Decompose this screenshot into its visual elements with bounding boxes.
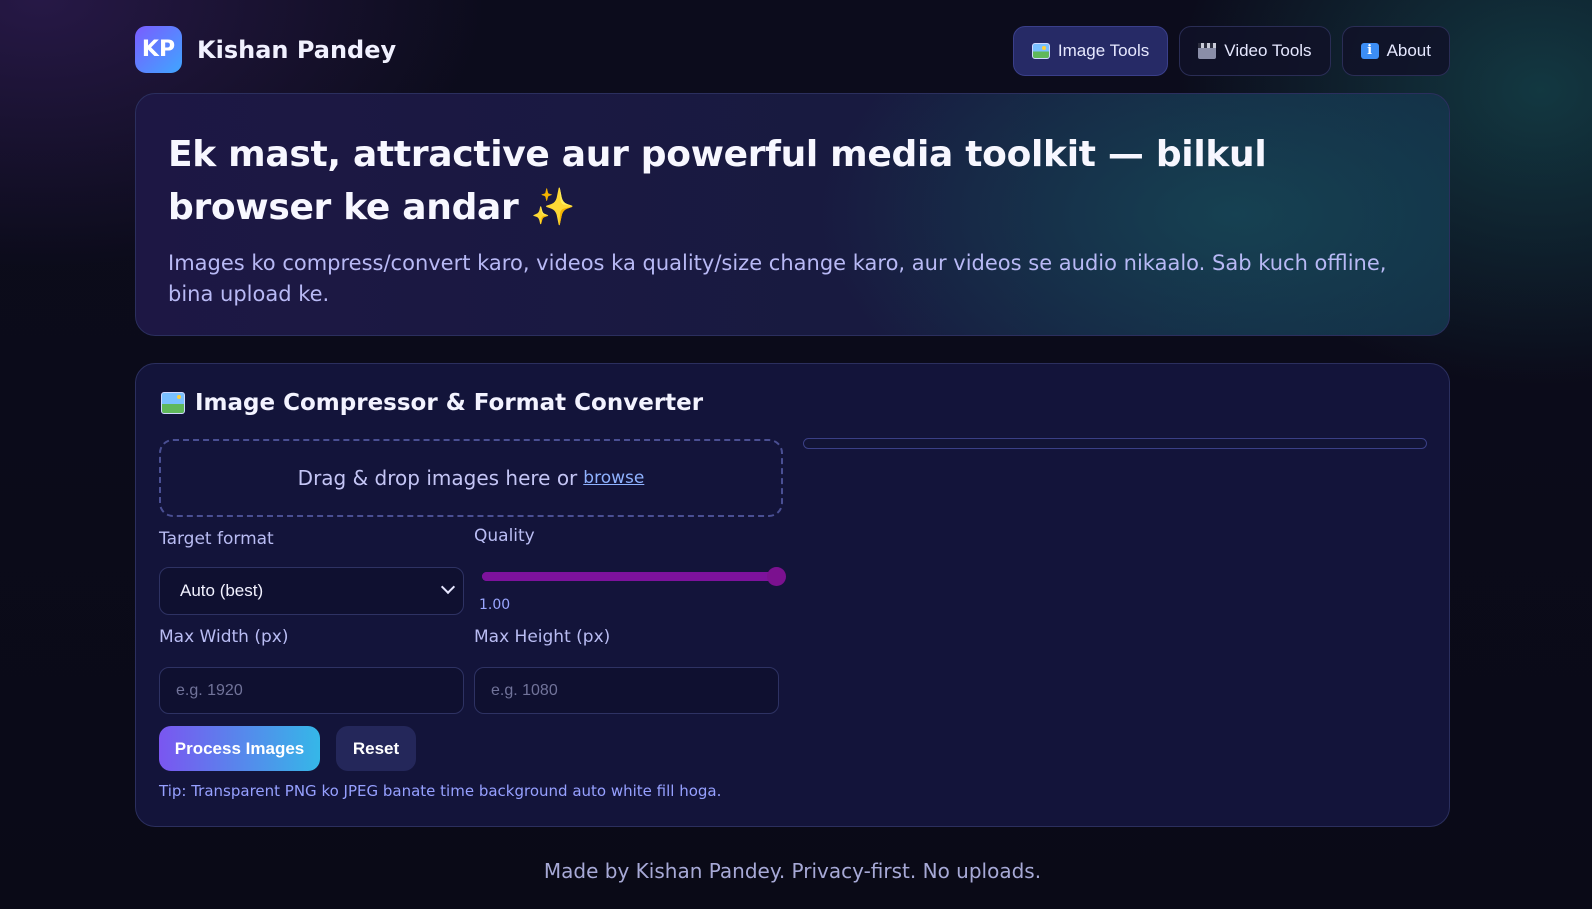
footer: Made by Kishan Pandey. Privacy-first. No… [543,859,1042,883]
logo: KP [135,26,182,73]
quality-value: 1.00 [479,597,511,613]
process-images-button[interactable]: Process Images [159,726,320,771]
chevron-down-icon [440,579,456,595]
quality-slider-fill [482,572,777,581]
format-label: Target format [159,529,274,549]
reset-button[interactable]: Reset [336,726,416,771]
nav: Image Tools Video Tools i About [1012,26,1450,76]
brand[interactable]: KP Kishan Pandey [135,26,396,73]
info-icon: i [1360,43,1379,59]
nav-image-tools[interactable]: Image Tools [1012,26,1169,76]
nav-video-tools[interactable]: Video Tools [1179,26,1331,76]
image-icon [161,392,185,414]
max-width-label: Max Width (px) [159,627,289,647]
hero-title: Ek mast, attractive aur powerful media t… [168,128,1417,234]
quality-slider[interactable] [482,567,786,586]
format-select[interactable]: Auto (best) [159,567,464,615]
progress-bar [803,438,1427,449]
hero-title-text: Ek mast, attractive aur powerful media t… [168,134,1267,228]
dropzone-text: Drag & drop images here or [297,466,578,490]
quality-label: Quality [474,526,535,546]
browse-link[interactable]: browse [583,468,644,488]
dropzone[interactable]: Drag & drop images here or browse [159,439,783,517]
hero: Ek mast, attractive aur powerful media t… [135,93,1450,336]
image-tool-card: Image Compressor & Format Converter Drag… [135,363,1450,827]
quality-slider-thumb[interactable] [767,567,786,586]
nav-label: About [1386,41,1431,60]
clapper-icon [1198,43,1217,59]
max-height-input[interactable] [474,667,779,714]
card-title: Image Compressor & Format Converter [161,390,703,416]
nav-label: Image Tools [1057,41,1150,60]
image-icon [1031,43,1050,59]
nav-about[interactable]: i About [1341,26,1450,76]
brand-name: Kishan Pandey [197,35,397,64]
card-title-text: Image Compressor & Format Converter [195,390,704,416]
tip-text: Tip: Transparent PNG ko JPEG banate time… [159,782,722,800]
format-selected: Auto (best) [180,581,264,600]
hero-subtitle: Images ko compress/convert karo, videos … [168,251,1387,306]
header: KP Kishan Pandey Image Tools Video Tools… [135,26,1450,76]
max-width-input[interactable] [159,667,464,714]
nav-label: Video Tools [1224,41,1312,60]
max-height-label: Max Height (px) [474,627,611,647]
sparkle-icon: ✨ [530,187,576,228]
